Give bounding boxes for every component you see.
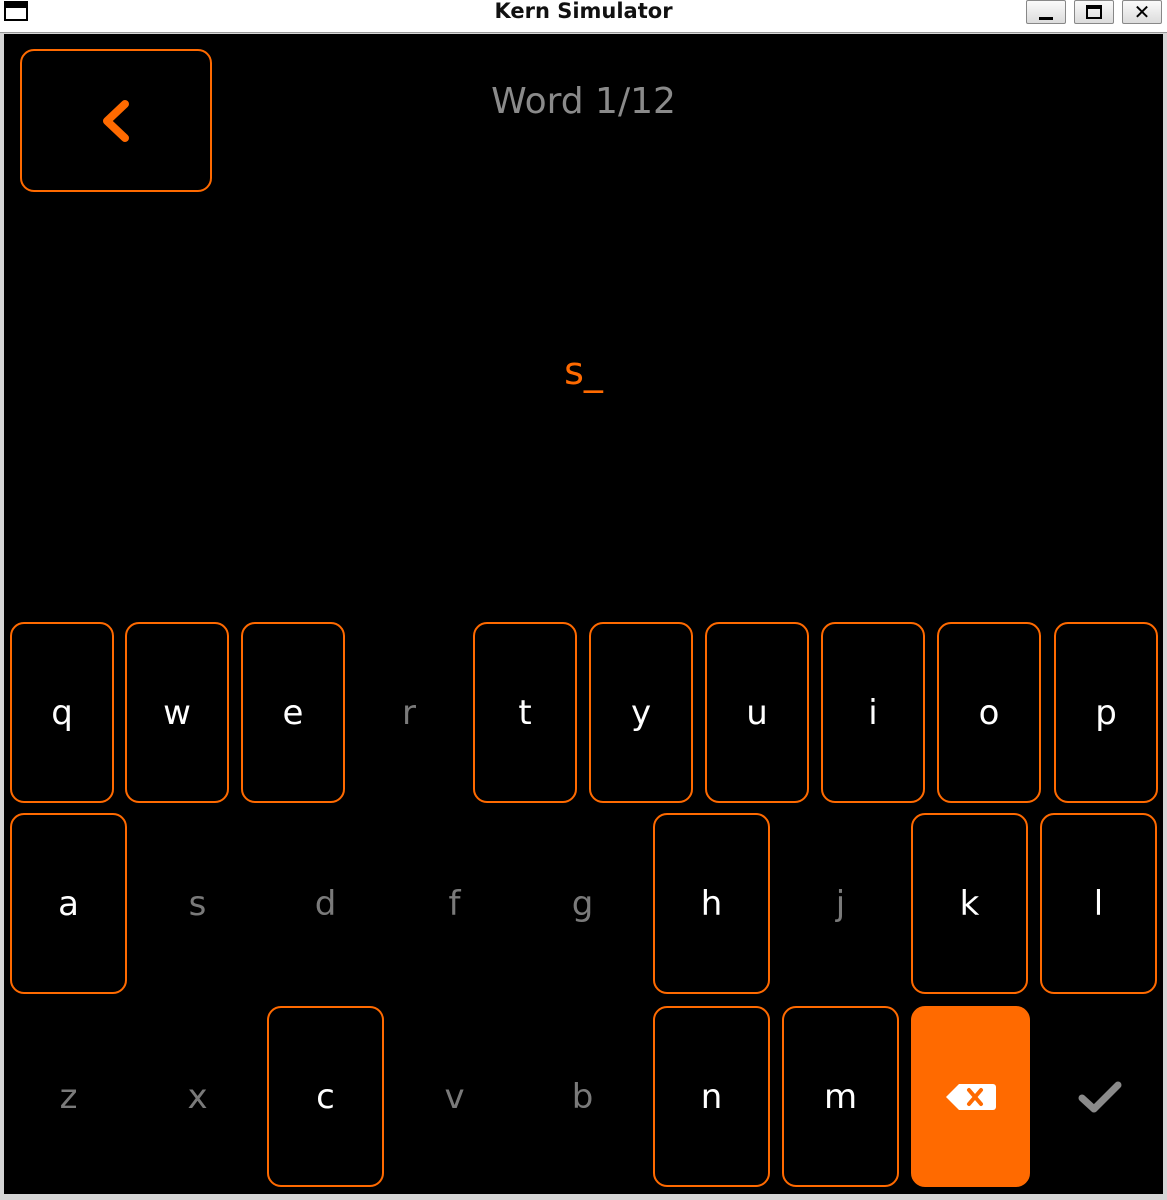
word-entry-display: s_	[564, 349, 603, 393]
minimize-button[interactable]	[1026, 0, 1066, 24]
device-screen: Word 1/12 s_ qwe r tyuiop a s d f g h j kl z x c v b nm	[4, 34, 1163, 1194]
window-titlebar: Kern Simulator ✕	[0, 0, 1167, 33]
close-button[interactable]: ✕	[1122, 0, 1162, 24]
maximize-button[interactable]	[1074, 0, 1114, 24]
checkmark-icon	[1078, 1081, 1121, 1112]
key-y[interactable]: y	[589, 622, 693, 803]
backspace-icon	[945, 1083, 996, 1110]
key-b: b	[571, 1076, 594, 1117]
key-o[interactable]: o	[937, 622, 1041, 803]
minimize-icon	[1039, 16, 1053, 20]
key-c[interactable]: c	[267, 1006, 384, 1187]
key-p[interactable]: p	[1054, 622, 1158, 803]
key-e[interactable]: e	[241, 622, 345, 803]
key-m[interactable]: m	[782, 1006, 899, 1187]
key-z: z	[59, 1076, 78, 1117]
backspace-key[interactable]	[911, 1006, 1030, 1187]
confirm-key[interactable]	[1040, 1006, 1159, 1187]
key-k[interactable]: k	[911, 813, 1028, 994]
key-q[interactable]: q	[10, 622, 114, 803]
word-progress-label: Word 1/12	[491, 81, 676, 122]
key-x: x	[187, 1076, 208, 1117]
window-title: Kern Simulator	[494, 0, 673, 23]
key-t[interactable]: t	[473, 622, 577, 803]
key-h[interactable]: h	[653, 813, 770, 994]
key-d: d	[314, 883, 337, 924]
key-n[interactable]: n	[653, 1006, 770, 1187]
key-v: v	[444, 1076, 465, 1117]
key-j: j	[835, 883, 846, 924]
key-w[interactable]: w	[125, 622, 229, 803]
maximize-icon	[1086, 5, 1102, 19]
key-u[interactable]: u	[705, 622, 809, 803]
key-g: g	[571, 883, 594, 924]
key-f: f	[448, 883, 461, 924]
key-i[interactable]: i	[821, 622, 925, 803]
key-a[interactable]: a	[10, 813, 127, 994]
key-l[interactable]: l	[1040, 813, 1157, 994]
close-icon: ✕	[1133, 0, 1151, 24]
key-r: r	[402, 692, 416, 733]
key-s: s	[188, 883, 207, 924]
